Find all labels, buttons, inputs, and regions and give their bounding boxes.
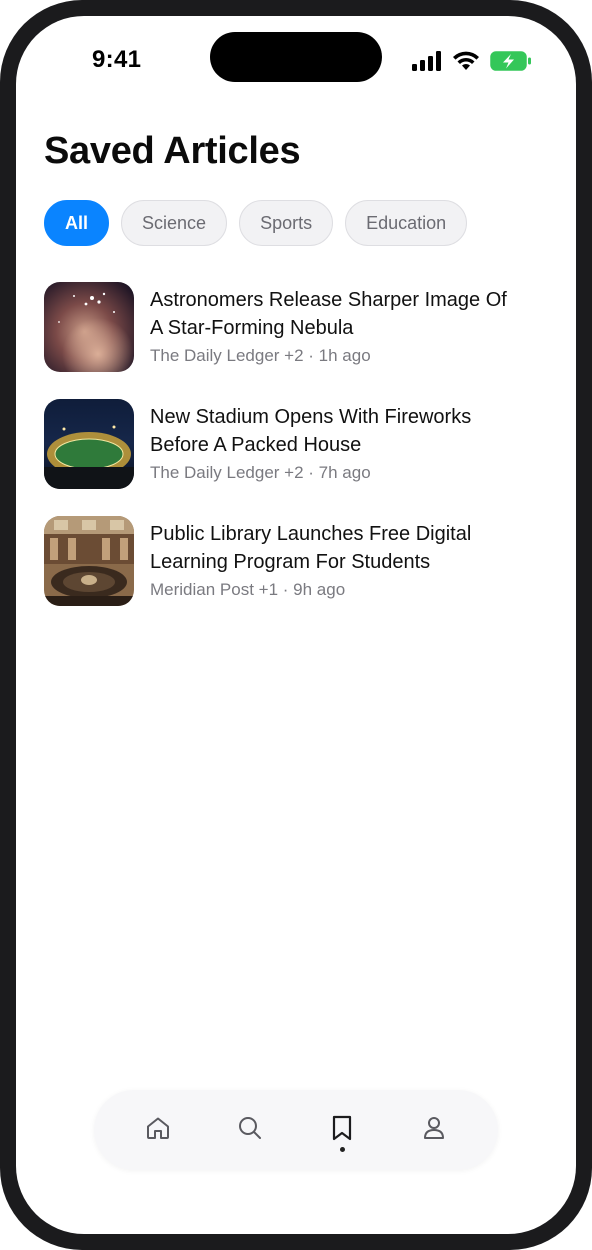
library-image [44, 516, 134, 606]
article-meta: The Daily Ledger +2 · 1h ago [150, 346, 371, 365]
screen: 9:41 Saved Articles All Science Sports E… [16, 16, 576, 1234]
phone-frame: 9:41 Saved Articles All Science Sports E… [0, 0, 592, 1250]
search-icon [237, 1115, 263, 1146]
signal-icon [412, 51, 442, 76]
stadium-image [44, 399, 134, 489]
article-title: Astronomers Release Sharper Image Of A S… [150, 286, 507, 342]
article-title-line: New Stadium Opens With Fireworks [150, 406, 472, 428]
article-row[interactable]: Astronomers Release Sharper Image Of A S… [44, 282, 548, 372]
article-text: Public Library Launches Free Digital Lea… [150, 516, 471, 606]
tab-saved[interactable] [312, 1100, 372, 1160]
profile-icon [421, 1115, 447, 1146]
article-row[interactable]: New Stadium Opens With Fireworks Before … [44, 399, 548, 489]
article-meta: The Daily Ledger +2 · 7h ago [150, 463, 371, 482]
tab-bar [94, 1090, 498, 1170]
article-text: New Stadium Opens With Fireworks Before … [150, 399, 471, 489]
article-meta: Meridian Post +1 · 9h ago [150, 580, 346, 599]
dynamic-island [210, 32, 382, 82]
article-title-line: Learning Program For Students [150, 551, 431, 573]
bookmark-icon [329, 1114, 355, 1147]
filter-chip-science[interactable]: Science [121, 200, 228, 246]
article-row[interactable]: Public Library Launches Free Digital Lea… [44, 516, 548, 606]
article-title-line: Astronomers Release Sharper Image Of [150, 289, 507, 311]
tab-home[interactable] [128, 1100, 188, 1160]
tab-profile[interactable] [404, 1100, 464, 1160]
article-title: Public Library Launches Free Digital Lea… [150, 520, 471, 576]
wifi-icon [452, 51, 480, 76]
battery-charging-icon [490, 50, 532, 77]
article-title-line: Before A Packed House [150, 434, 362, 456]
article-title-line: Public Library Launches Free Digital [150, 523, 472, 545]
tab-search[interactable] [220, 1100, 280, 1160]
page-title: Saved Articles [44, 130, 301, 172]
article-title-line: A Star-Forming Nebula [150, 317, 354, 339]
active-tab-indicator [339, 1147, 345, 1152]
filter-chip-all[interactable]: All [44, 200, 110, 246]
article-text: Astronomers Release Sharper Image Of A S… [150, 282, 507, 372]
filter-chips: All Science Sports Education [44, 200, 468, 246]
article-title: New Stadium Opens With Fireworks Before … [150, 403, 471, 459]
filter-chip-sports[interactable]: Sports [239, 200, 334, 246]
article-list: Astronomers Release Sharper Image Of A S… [44, 282, 548, 633]
filter-chip-education[interactable]: Education [345, 200, 468, 246]
home-icon [145, 1115, 171, 1146]
status-icons [412, 50, 532, 77]
status-time: 9:41 [92, 46, 142, 73]
nebula-image [44, 282, 134, 372]
